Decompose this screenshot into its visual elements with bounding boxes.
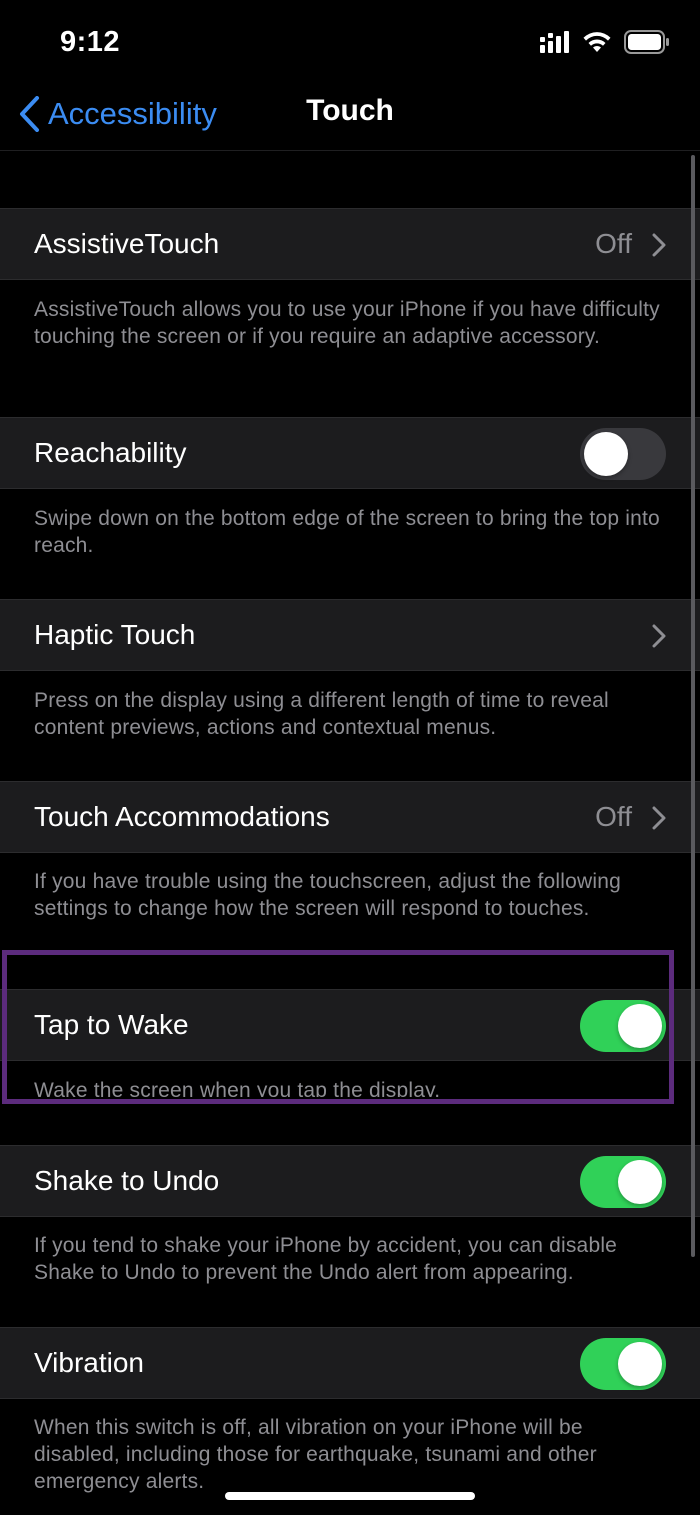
row-assistivetouch[interactable]: AssistiveTouch Off <box>0 208 700 280</box>
wifi-icon <box>583 32 611 52</box>
toggle-knob <box>618 1004 662 1048</box>
row-tap-to-wake: Tap to Wake <box>0 989 700 1061</box>
status-bar: 9:12 <box>0 0 700 80</box>
row-label: AssistiveTouch <box>34 228 220 259</box>
row-haptic-touch[interactable]: Haptic Touch <box>0 599 700 671</box>
page-title: Touch <box>306 94 394 127</box>
home-indicator[interactable] <box>225 1492 475 1500</box>
description-assistivetouch: AssistiveTouch allows you to use your iP… <box>34 298 660 348</box>
vibration-toggle[interactable] <box>580 1338 666 1390</box>
row-value: Off <box>595 228 632 259</box>
row-reachability: Reachability <box>0 417 700 489</box>
status-icons <box>540 29 670 55</box>
description-tap-to-wake: Wake the screen when you tap the display… <box>34 1079 441 1097</box>
row-label: Shake to Undo <box>34 1165 220 1196</box>
description-reachability: Swipe down on the bottom edge of the scr… <box>34 507 660 557</box>
toggle-knob <box>584 432 628 476</box>
toggle-knob <box>618 1160 662 1204</box>
row-label: Reachability <box>34 437 187 468</box>
description-vibration: When this switch is off, all vibration o… <box>34 1416 597 1493</box>
row-label: Haptic Touch <box>34 619 196 650</box>
row-value: Off <box>595 801 632 832</box>
signal-icon <box>540 31 569 53</box>
row-touch-accommodations[interactable]: Touch Accommodations Off <box>0 781 700 853</box>
toggle-knob <box>618 1342 662 1386</box>
row-label: Tap to Wake <box>34 1009 189 1040</box>
description-haptic-touch: Press on the display using a different l… <box>34 689 609 739</box>
shake-to-undo-toggle[interactable] <box>580 1156 666 1208</box>
tap-to-wake-toggle[interactable] <box>580 1000 666 1052</box>
battery-icon <box>624 30 669 54</box>
navigation-bar: Accessibility Touch <box>0 80 700 151</box>
chevron-right-icon <box>652 806 666 830</box>
reachability-toggle[interactable] <box>580 428 666 480</box>
row-vibration: Vibration <box>0 1327 700 1399</box>
row-label: Vibration <box>34 1347 145 1378</box>
chevron-right-icon <box>652 624 666 648</box>
scroll-indicator[interactable] <box>691 155 695 1257</box>
description-shake-to-undo: If you tend to shake your iPhone by acci… <box>34 1234 618 1284</box>
row-label: Touch Accommodations <box>34 801 330 832</box>
chevron-right-icon <box>652 233 666 257</box>
status-time: 9:12 <box>60 26 121 58</box>
row-shake-to-undo: Shake to Undo <box>0 1145 700 1217</box>
description-touch-accommodations: If you have trouble using the touchscree… <box>34 870 621 920</box>
